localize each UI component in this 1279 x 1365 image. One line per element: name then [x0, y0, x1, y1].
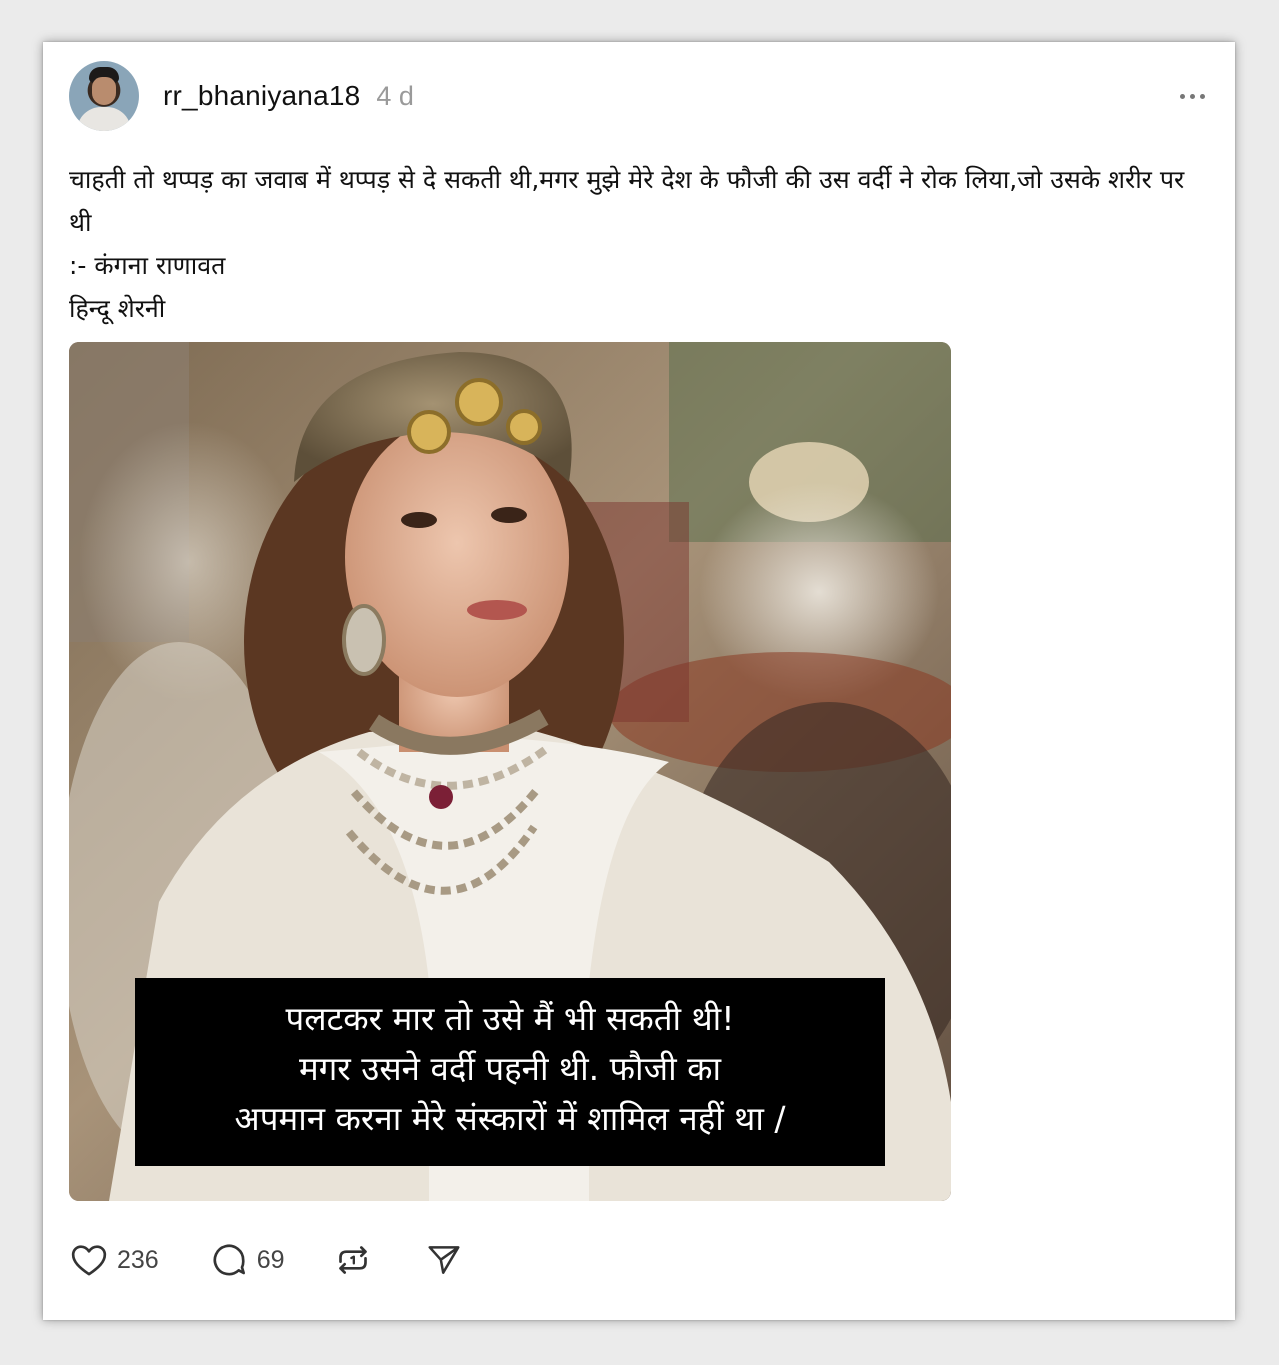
post-image[interactable]: पलटकर मार तो उसे मैं भी सकती थी! मगर उसन…	[69, 342, 951, 1201]
repost-button[interactable]	[333, 1240, 373, 1280]
post-card: rr_bhaniyana18 4 d चाहती तो थप्पड़ का जव…	[43, 42, 1235, 1320]
like-count: 236	[117, 1245, 159, 1274]
post-header: rr_bhaniyana18 4 d	[69, 60, 1209, 132]
timestamp: 4 d	[376, 80, 414, 111]
like-button[interactable]: 236	[69, 1240, 159, 1280]
post-caption: चाहती तो थप्पड़ का जवाब में थप्पड़ से दे…	[69, 158, 1209, 330]
reply-button[interactable]: 69	[209, 1240, 285, 1280]
reply-count: 69	[256, 1245, 285, 1274]
overlay-line: पलटकर मार तो उसे मैं भी सकती थी!	[285, 999, 735, 1038]
username[interactable]: rr_bhaniyana18	[163, 80, 360, 112]
caption-line: चाहती तो थप्पड़ का जवाब में थप्पड़ से दे…	[69, 165, 1185, 237]
repost-icon	[338, 1246, 367, 1274]
share-button[interactable]	[425, 1241, 463, 1279]
avatar-shirt	[77, 107, 131, 131]
overlay-line: अपमान करना मेरे संस्कारों में शामिल नहीं…	[234, 1099, 786, 1138]
more-options-icon[interactable]	[1176, 86, 1209, 107]
caption-line: :- कंगना राणावत	[69, 251, 226, 280]
caption-line: हिन्दू शेरनी	[69, 294, 166, 323]
image-text-overlay: पलटकर मार तो उसे मैं भी सकती थी! मगर उसन…	[135, 978, 885, 1166]
action-bar: 236 69	[69, 1238, 463, 1282]
send-icon	[428, 1246, 460, 1274]
avatar-face	[92, 77, 116, 105]
heart-icon	[71, 1245, 107, 1276]
speech-bubble-icon	[213, 1244, 245, 1276]
overlay-line: मगर उसने वर्दी पहनी थी. फौजी का	[298, 1049, 722, 1088]
avatar[interactable]	[69, 61, 139, 131]
